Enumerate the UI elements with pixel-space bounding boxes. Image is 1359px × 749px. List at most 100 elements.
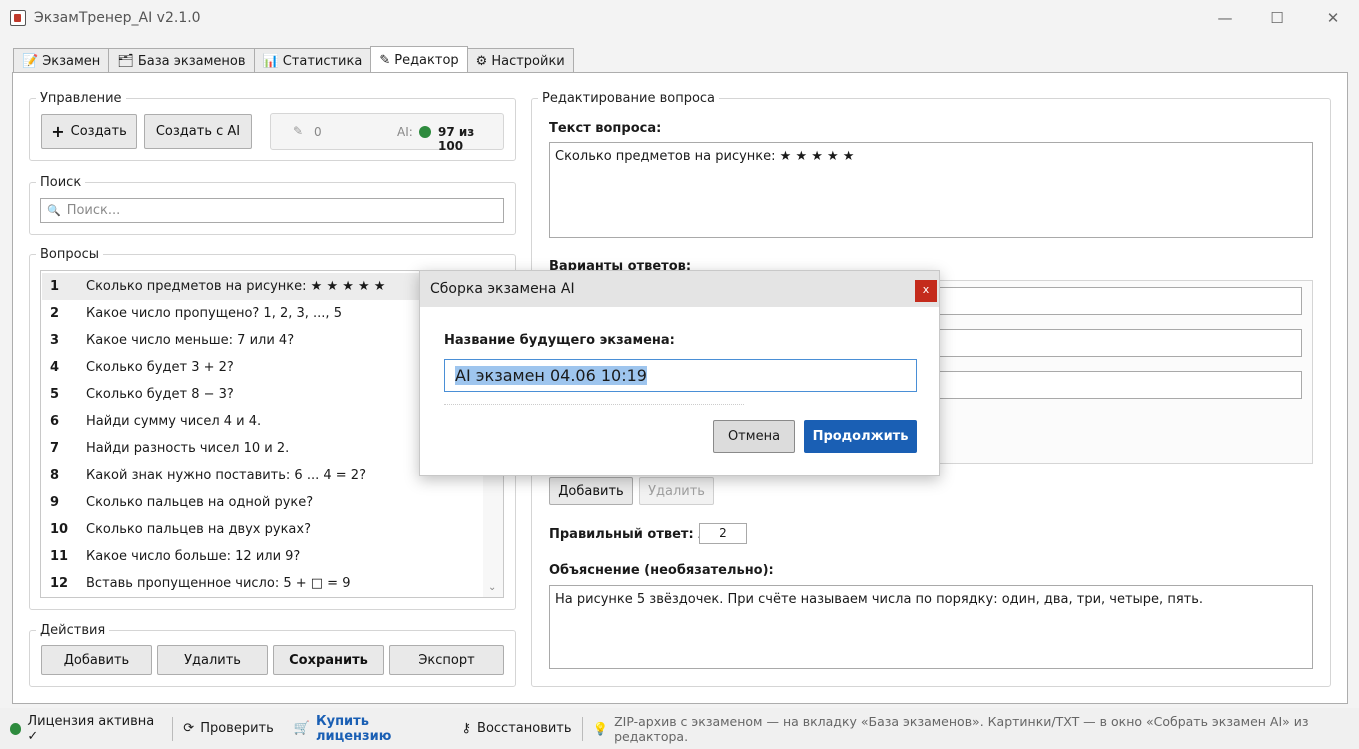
question-number: 9 bbox=[50, 495, 60, 510]
question-text: Какое число меньше: 7 или 4? bbox=[86, 333, 295, 348]
question-number: 1 bbox=[50, 279, 60, 294]
lightbulb-icon: 💡 bbox=[592, 720, 609, 736]
close-icon[interactable]: x bbox=[915, 280, 937, 302]
explanation-label: Объяснение (необязательно): bbox=[549, 563, 774, 578]
tab-exam-base[interactable]: 🗂 База экзаменов bbox=[108, 48, 255, 73]
check-label: Проверить bbox=[200, 721, 274, 736]
question-number: 7 bbox=[50, 441, 60, 456]
question-text-field[interactable]: Сколько предметов на рисунке: ★ ★ ★ ★ ★ bbox=[549, 142, 1313, 238]
search-placeholder: Поиск... bbox=[66, 203, 121, 218]
title-bar: ЭкзамТренер_AI v2.1.0 — ☐ ✕ bbox=[0, 0, 1359, 36]
correct-answer-input[interactable]: 2 bbox=[699, 523, 747, 544]
list-item[interactable]: 4 Сколько будет 3 + 2? bbox=[42, 354, 482, 381]
tab-editor[interactable]: ✎ Редактор bbox=[370, 46, 468, 73]
search-icon: 🔍 bbox=[47, 204, 61, 217]
key-icon: ⚷ bbox=[461, 721, 472, 736]
tab-label: Экзамен bbox=[42, 53, 101, 69]
question-text: Найди разность чисел 10 и 2. bbox=[86, 441, 290, 456]
question-number: 5 bbox=[50, 387, 60, 402]
list-item[interactable]: 6 Найди сумму чисел 4 и 4. bbox=[42, 408, 482, 435]
search-input[interactable]: 🔍 Поиск... bbox=[40, 198, 504, 223]
cart-icon: 🛒 bbox=[293, 721, 310, 736]
edit-count: 0 bbox=[314, 125, 322, 139]
list-item[interactable]: 7 Найди разность чисел 10 и 2. bbox=[42, 435, 482, 462]
create-button[interactable]: + Создать bbox=[41, 114, 137, 149]
delete-answer-button[interactable]: Удалить bbox=[639, 477, 714, 505]
restore-label: Восстановить bbox=[477, 721, 572, 736]
question-text: Какой знак нужно поставить: 6 ... 4 = 2? bbox=[86, 468, 366, 483]
chart-icon: 📊 bbox=[262, 53, 279, 69]
question-text: Какое число больше: 12 или 9? bbox=[86, 549, 301, 564]
question-number: 6 bbox=[50, 414, 60, 429]
status-bar: Лицензия активна ✓ ⟳ Проверить 🛒 Купить … bbox=[0, 708, 1359, 749]
list-item[interactable]: 11 Какое число больше: 12 или 9? bbox=[42, 543, 482, 570]
tab-statistics[interactable]: 📊 Статистика bbox=[253, 48, 372, 73]
list-item[interactable]: 5 Сколько будет 8 − 3? bbox=[42, 381, 482, 408]
pencil-icon: ✎ bbox=[379, 52, 391, 68]
check-license-button[interactable]: ⟳ Проверить bbox=[173, 716, 283, 742]
license-status: Лицензия активна ✓ bbox=[0, 713, 172, 744]
hint-text: ZIP-архив с экзаменом — на вкладку «База… bbox=[614, 713, 1309, 744]
add-question-button[interactable]: Добавить bbox=[41, 645, 152, 675]
tab-label: База экзаменов bbox=[137, 53, 246, 69]
minimize-button[interactable]: — bbox=[1210, 6, 1240, 30]
question-number: 4 bbox=[50, 360, 60, 375]
actions-legend: Действия bbox=[40, 623, 106, 638]
list-item[interactable]: 9 Сколько пальцев на одной руке? bbox=[42, 489, 482, 516]
correct-answer-label: Правильный ответ: № bbox=[549, 527, 714, 542]
delete-question-button[interactable]: Удалить bbox=[157, 645, 268, 675]
dialog-title: Сборка экзамена AI bbox=[430, 281, 575, 297]
list-item[interactable]: 8 Какой знак нужно поставить: 6 ... 4 = 2… bbox=[42, 462, 482, 489]
list-item[interactable]: 10 Сколько пальцев на двух руках? bbox=[42, 516, 482, 543]
ai-exam-dialog: Сборка экзамена AI x Название будущего э… bbox=[419, 270, 940, 476]
continue-button[interactable]: Продолжить bbox=[804, 420, 917, 453]
create-label: Создать bbox=[70, 124, 127, 139]
exam-name-input[interactable]: AI экзамен 04.06 10:19 bbox=[444, 359, 917, 392]
dialog-title-bar: Сборка экзамена AI x bbox=[420, 271, 939, 307]
close-window-button[interactable]: ✕ bbox=[1318, 6, 1348, 30]
chevron-down-icon[interactable]: ⌄ bbox=[488, 582, 496, 593]
ai-status-dot bbox=[419, 126, 431, 138]
question-text: Сколько пальцев на одной руке? bbox=[86, 495, 314, 510]
add-answer-button[interactable]: Добавить bbox=[549, 477, 633, 505]
question-number: 12 bbox=[50, 576, 69, 591]
question-text: Какое число пропущено? 1, 2, 3, ..., 5 bbox=[86, 306, 342, 321]
questions-legend: Вопросы bbox=[40, 247, 99, 262]
question-text: Сколько пальцев на двух руках? bbox=[86, 522, 311, 537]
question-text-label: Текст вопроса: bbox=[549, 121, 662, 136]
search-legend: Поиск bbox=[40, 175, 82, 190]
plus-icon: + bbox=[51, 122, 65, 141]
main-tabs: 📝 Экзамен 🗂 База экзаменов 📊 Статистика ✎ Ре… bbox=[13, 46, 574, 73]
explanation-field[interactable]: На рисунке 5 звёздочек. При счёте называ… bbox=[549, 585, 1313, 669]
buy-license-button[interactable]: 🛒 Купить лицензию bbox=[284, 713, 452, 744]
folders-icon: 🗂 bbox=[117, 53, 134, 69]
restore-button[interactable]: ⚷ Восстановить bbox=[452, 716, 582, 742]
maximize-button[interactable]: ☐ bbox=[1262, 6, 1292, 30]
license-dot bbox=[10, 722, 22, 735]
save-button[interactable]: Сохранить bbox=[273, 645, 384, 675]
app-icon bbox=[10, 10, 26, 26]
export-button[interactable]: Экспорт bbox=[389, 645, 504, 675]
list-item[interactable]: 12 Вставь пропущенное число: 5 + □ = 9 bbox=[42, 570, 482, 597]
tab-label: Настройки bbox=[491, 53, 565, 69]
question-number: 11 bbox=[50, 549, 69, 564]
create-ai-button[interactable]: Создать с AI bbox=[144, 114, 252, 149]
cancel-button[interactable]: Отмена bbox=[713, 420, 795, 453]
license-text: Лицензия активна ✓ bbox=[27, 713, 155, 744]
ai-quota: 97 из 100 bbox=[438, 125, 475, 153]
management-legend: Управление bbox=[40, 91, 122, 106]
buy-label: Купить лицензию bbox=[315, 713, 392, 744]
tab-settings[interactable]: ⚙ Настройки bbox=[466, 48, 574, 73]
editor-legend: Редактирование вопроса bbox=[542, 91, 716, 106]
list-item[interactable]: 2 Какое число пропущено? 1, 2, 3, ..., 5 bbox=[42, 300, 482, 327]
tab-label: Редактор bbox=[394, 52, 459, 68]
gear-icon: ⚙ bbox=[475, 53, 488, 69]
list-item[interactable]: 3 Какое число меньше: 7 или 4? bbox=[42, 327, 482, 354]
exam-name-value: AI экзамен 04.06 10:19 bbox=[455, 366, 647, 385]
tab-exam[interactable]: 📝 Экзамен bbox=[13, 48, 110, 73]
question-number: 8 bbox=[50, 468, 60, 483]
edit-count-icon: ✎ bbox=[293, 124, 304, 138]
question-text: Вставь пропущенное число: 5 + □ = 9 bbox=[86, 576, 351, 591]
counter-box: ✎ 0 AI: 97 из 100 bbox=[270, 113, 504, 153]
list-item[interactable]: 1 Сколько предметов на рисунке: ★ ★ ★ ★ ★ bbox=[42, 273, 482, 300]
